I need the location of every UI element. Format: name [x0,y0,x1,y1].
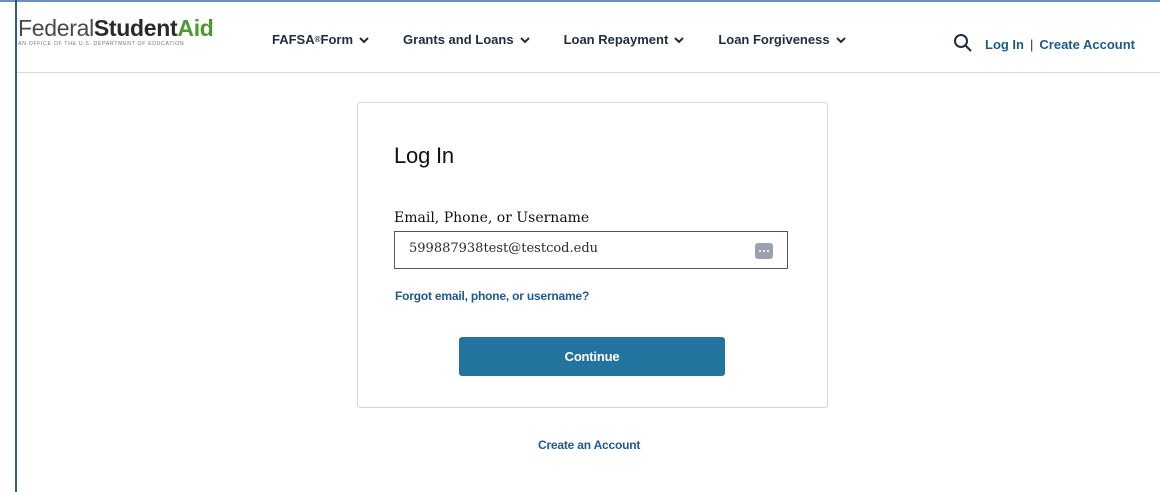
chevron-down-icon [519,36,530,43]
logo-tagline: An OFFICE of the U.S. DEPARTMENT of EDUC… [18,41,185,47]
nav-label: FAFSA [272,32,315,47]
identifier-field-label: Email, Phone, or Username [394,210,590,226]
create-account-link[interactable]: Create an Account [538,438,640,452]
nav-fafsa-form[interactable]: FAFSA ® Form [272,32,370,47]
nav-grants-and-loans[interactable]: Grants and Loans [403,32,531,47]
identifier-input[interactable] [409,241,739,256]
federal-student-aid-logo[interactable]: FederalStudentAid An OFFICE of the U.S. … [18,16,214,47]
nav-loan-repayment[interactable]: Loan Repayment [564,32,686,47]
nav-label: Grants and Loans [403,32,514,47]
account-links: Log In | Create Account [985,37,1135,52]
logo-wordmark: FederalStudentAid [18,15,214,41]
login-title: Log In [394,143,454,168]
chevron-down-icon [674,36,685,43]
nav-label-suffix: Form [320,32,354,47]
chevron-down-icon [359,36,369,43]
continue-button[interactable]: Continue [459,337,725,376]
identifier-input-box[interactable] [394,231,788,269]
nav-label: Loan Repayment [563,32,669,47]
link-separator: | [1030,37,1034,52]
window-left-border [15,0,17,492]
forgot-identifier-link[interactable]: Forgot email, phone, or username? [395,289,589,303]
main-nav: FAFSA ® Form Grants and Loans Loan Repaym… [272,32,880,47]
login-card: Log In Email, Phone, or Username Forgot … [357,102,828,408]
chevron-down-icon [835,36,846,43]
nav-loan-forgiveness[interactable]: Loan Forgiveness [718,32,846,47]
more-dots-icon[interactable] [755,243,773,259]
header-login-link[interactable]: Log In [985,37,1024,52]
nav-label: Loan Forgiveness [718,32,830,47]
site-header: FederalStudentAid An OFFICE of the U.S. … [17,2,1160,73]
search-icon[interactable] [953,33,973,53]
header-create-account-link[interactable]: Create Account [1039,37,1135,52]
